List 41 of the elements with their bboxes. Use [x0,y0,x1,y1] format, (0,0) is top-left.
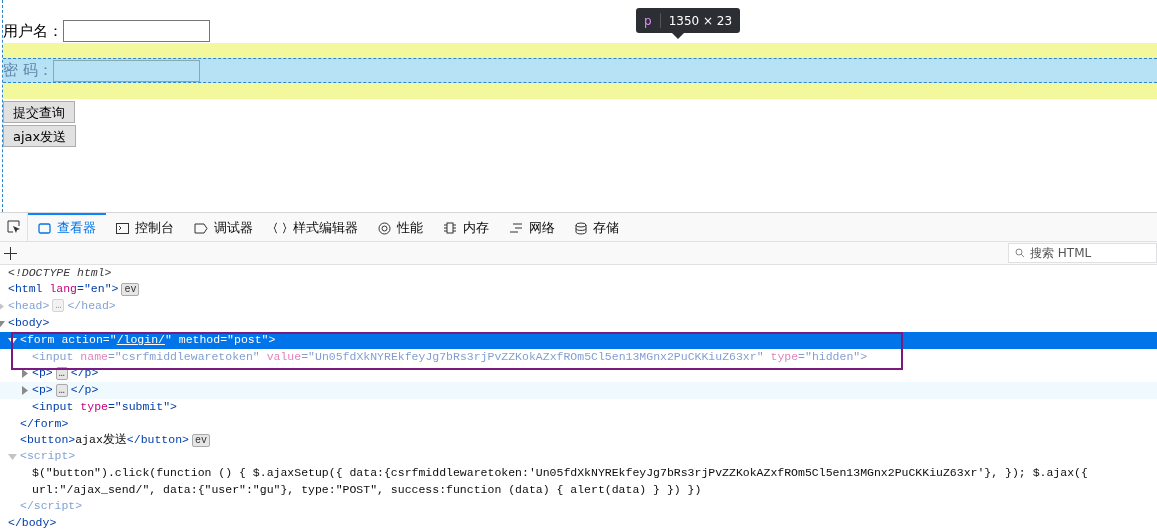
chip-icon [443,222,457,234]
console-icon [116,222,129,234]
lines-icon [509,222,523,234]
search-field[interactable]: 搜索 HTML [1008,243,1157,263]
collapsed-triangle-icon[interactable] [20,369,29,379]
devtools-tab[interactable]: 控制台 [106,213,184,241]
ajax-send-button[interactable]: ajax发送 [3,125,77,147]
element-picker-icon[interactable] [6,220,21,234]
tag-shape-icon [194,222,208,234]
username-label: 用户名： [3,21,63,41]
expanded-triangle-icon[interactable] [8,335,17,345]
closing-tag: </script> [20,498,83,515]
frame-icon [38,222,51,234]
devtools-tab[interactable]: 样式编辑器 [263,213,368,241]
search-icon [1015,248,1025,258]
submit-button[interactable]: 提交查询 [3,101,75,123]
closing-tag: </body> [8,514,57,529]
tooltip-size: 1350 × 23 [668,13,733,28]
username-field[interactable] [63,20,210,42]
tooltip-tag: p [644,13,652,28]
gauge-icon [378,221,391,235]
password-label: 密 码： [3,61,53,80]
markup-line[interactable]: <!DOCTYPE html> [8,265,112,282]
markup-line[interactable]: <input type="submit"> [32,399,177,416]
devtools-tab[interactable]: 性能 [368,213,433,241]
markup-line[interactable]: <p> … </p> [32,382,99,399]
markup-line[interactable]: <html lang="en"> ev [8,281,143,298]
markup-line[interactable]: <body> [8,314,50,332]
devtools-tab[interactable]: 查看器 [28,213,106,241]
devtools-tab[interactable]: 网络 [499,213,565,241]
devtools-tab[interactable]: 存储 [565,213,629,241]
markup-line[interactable]: <p> … </p> [32,365,99,382]
script-code: $("button").click(function () { $.ajaxSetup({ data:{csrfmiddlewaretoken:'Un05fdXkNYREkfeyJg7bRs3rjPvZZKokAZxfROm5Cl5en13MGnx2PuCKKiuZ63xr'}, }); $.ajax({ url:"/ajax_send/", data:{"user":"gu"}, type:"POST", success:function (data) { alert(data) } }) }) [32,465,1089,498]
closing-tag: </form> [20,415,69,433]
markup-line[interactable]: <button>ajax发送</button> ev [20,432,213,449]
password-field[interactable] [52,59,200,82]
braces-icon [273,222,287,234]
devtools-tab[interactable]: 内存 [433,213,499,241]
devtools-tab[interactable]: 调试器 [184,213,263,241]
plus-icon[interactable] [4,246,17,260]
database-icon [575,221,587,235]
